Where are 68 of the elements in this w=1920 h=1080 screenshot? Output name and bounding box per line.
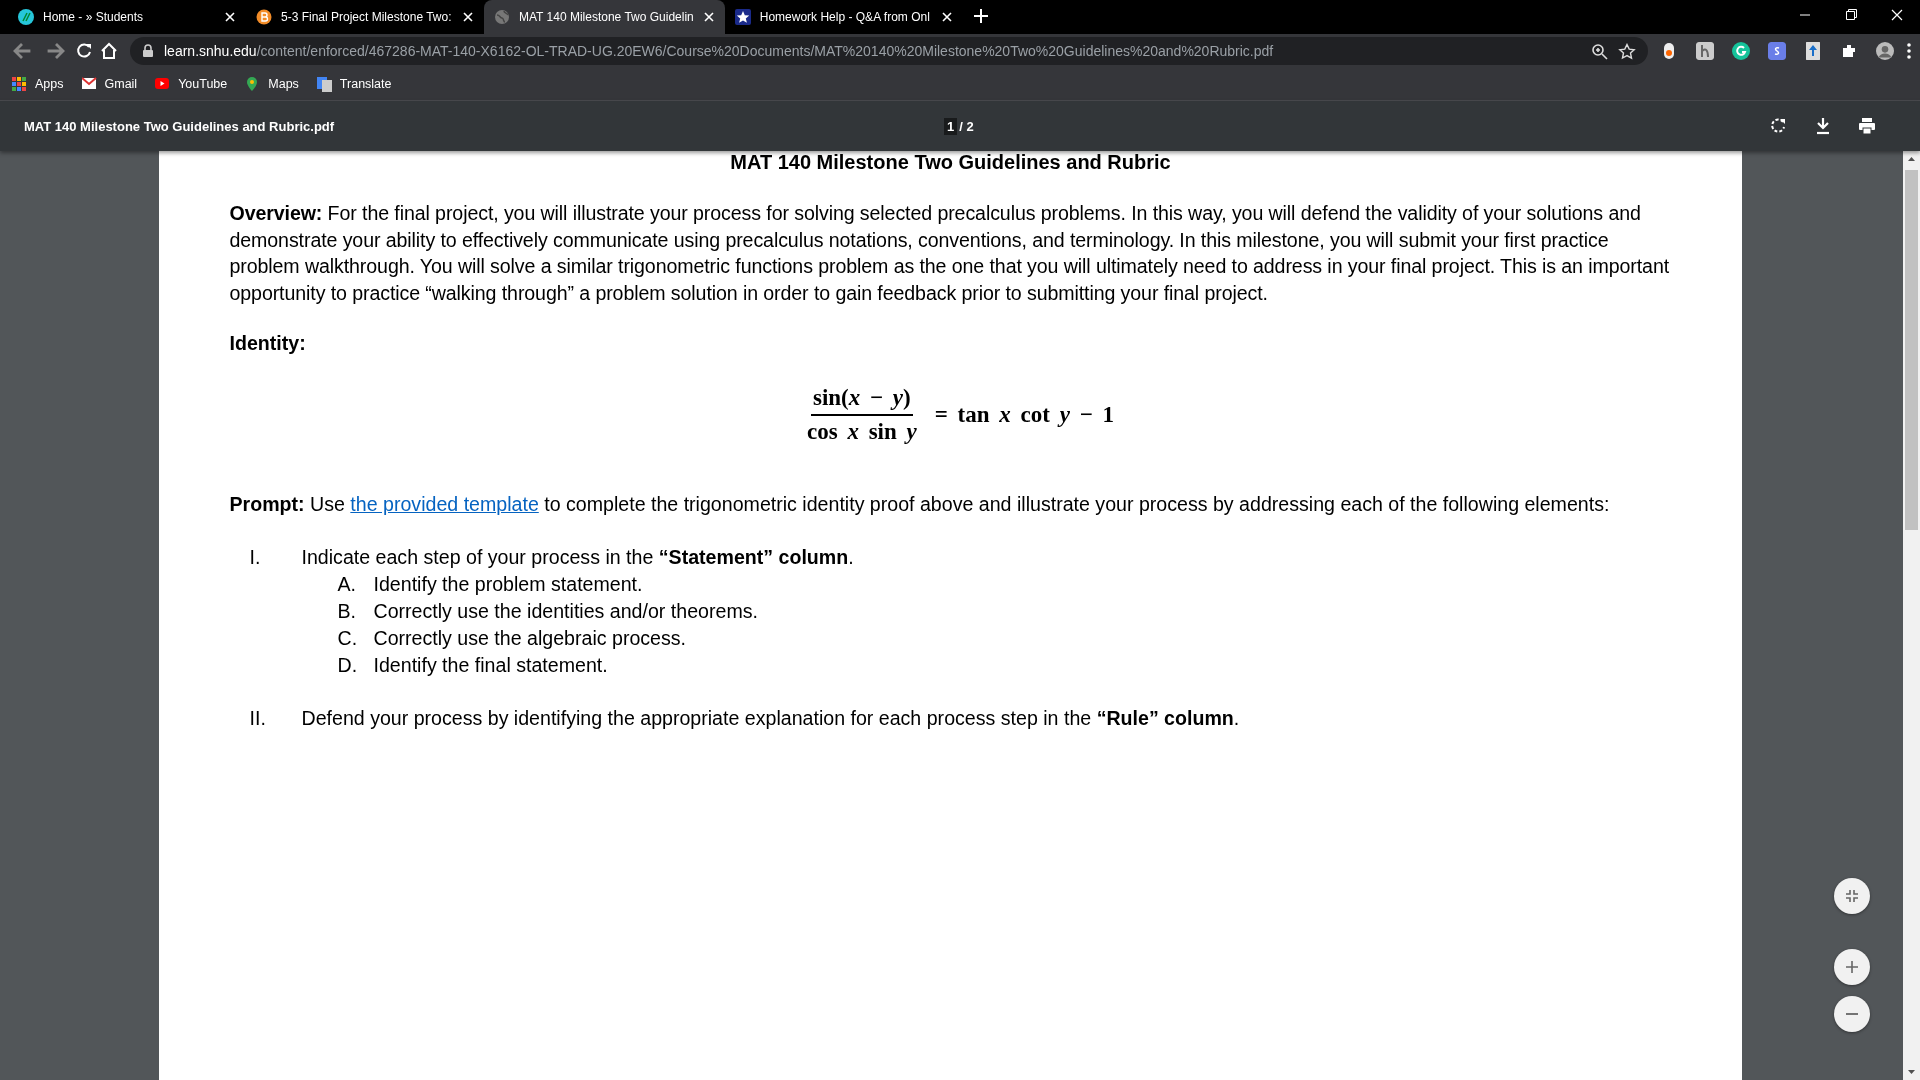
print-icon[interactable] [1858,117,1876,135]
equation-right-side: = tan x cot y − 1 [934,402,1114,429]
star-icon[interactable] [1618,42,1636,60]
list-item-text: Correctly use the algebraic process. [373,626,687,652]
list-letter: C. [337,626,359,652]
star-logo-icon [734,9,751,25]
lock-icon [142,44,154,58]
bookmark-link[interactable]: Translate [316,76,392,92]
plus-icon [1845,960,1859,974]
page-number-field[interactable]: 1 [944,117,958,135]
play-icon [155,76,171,92]
list-numeral: II. [248,706,267,732]
coin-logo-icon [256,9,272,25]
list-item-text: Identify the final statement. [373,653,608,679]
fit-page-button[interactable] [1834,878,1870,914]
browser-tab[interactable]: Home - » Students [8,0,246,34]
translate-icon [316,76,332,92]
extension-icon[interactable] [1768,42,1786,60]
address-bar[interactable]: learn.snhu.edu/content/enforced/467286-MAT-140-X6162-OL-TRAD-UG.20EW6/Course%20Documents/MAT%20140%20Milestone%20Two%20Guidelines%20and%20Rubric.pdf [130,37,1648,65]
equation-numerator: sin(x − y) [810,385,913,417]
browser-tab[interactable]: 5-3 Final Project Milestone Two: [246,0,484,34]
list-item-text: Correctly use the identities and/or theorems. [373,599,758,625]
list-letter: B. [337,599,357,625]
fit-to-page-icon [1845,889,1859,903]
menu-icon[interactable] [1906,42,1912,60]
close-icon[interactable] [462,11,474,23]
new-tab-icon[interactable] [972,8,989,24]
close-icon[interactable] [702,11,715,23]
zoom-in-button[interactable] [1834,949,1870,985]
close-icon[interactable] [224,11,236,23]
list-numeral: I. [248,545,262,571]
scroll-thumb[interactable] [1905,170,1918,530]
home-icon[interactable] [100,42,118,60]
bookmark-link[interactable]: Apps [12,76,64,92]
list-item-text: Identify the problem statement. [373,572,643,598]
bookmark-link[interactable]: Gmail [81,76,138,92]
close-icon[interactable] [940,11,953,23]
bookmark-link[interactable]: Maps [245,76,299,92]
reload-icon[interactable] [76,42,94,60]
list-letter: A. [337,572,357,598]
url-text: learn.snhu.edu/content/enforced/467286-MAT-140-X6162-OL-TRAD-UG.20EW6/Course%20Documents/MAT%20140%20Milestone%20Two%20Guidelines%20and%20Rubric.pdf [164,43,1275,59]
browser-tab[interactable]: Homework Help - Q&A from Onl [724,0,963,34]
book-extension-icon[interactable] [1804,42,1822,60]
rotate-icon[interactable] [1770,117,1788,135]
document-heading: MAT 140 Milestone Two Guidelines and Rubric [729,151,1172,173]
template-link[interactable]: the provided template [350,493,539,516]
list-item-text: Indicate each step of your process in the “Statement” column. [301,545,854,571]
grid-icon [12,76,27,92]
section-heading: Identity: [229,332,307,356]
grammar-extension-icon[interactable] [1732,42,1750,60]
zoom-out-button[interactable] [1834,996,1870,1032]
download-icon[interactable] [1814,117,1832,135]
swirl-logo-icon [18,9,34,25]
bookmark-link[interactable]: YouTube [155,76,228,92]
puzzle-icon[interactable] [1840,42,1858,60]
equation-denominator: cos x sin y [806,418,917,446]
globe-icon [494,9,510,25]
page-count: / 2 [959,118,974,134]
zoom-icon[interactable] [1591,42,1608,60]
scrollbar[interactable] [1903,151,1920,1080]
document-title: MAT 140 Milestone Two Guidelines and Rubric.pdf [24,118,336,134]
list-letter: D. [337,653,359,679]
avatar-icon[interactable] [1876,42,1894,60]
list-item-text: Defend your process by identifying the appropriate explanation for each process step in the “Rule” column. [301,706,1240,732]
prompt-paragraph: Prompt: Use the provided template to complete the trigonometric identity proof above and illustrate your process by addressing each of the following elements: [229,492,1611,518]
browser-tab[interactable]: MAT 140 Milestone Two Guidelin [484,0,725,34]
overview-paragraph: Overview: For the final project, you will illustrate your process for solving selected precalculus problems. In this way, you will defend the validity of your solutions and demonstrate your ability to effectively communicate using precalculus notations, conventions, and terminology. In this milestone, you will submit your first practice problem walkthrough. You will solve a similar trigonometric functions problem as the one that you will ultimately need to address in your final project. This is an important opportunity to practice “walking through” a problem solution in order to gain feedback prior to submitting your final project. [229,201,1671,306]
mail-icon [81,76,97,92]
